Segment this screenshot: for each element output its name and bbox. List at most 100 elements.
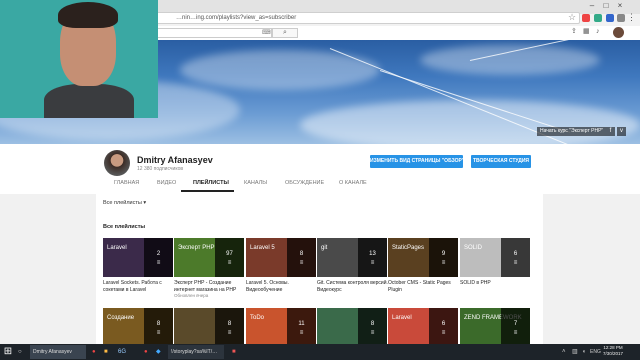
thumbnail-caption: Laravel [392,315,412,321]
app-icon[interactable]: ◆ [156,348,161,356]
video-count-overlay: 97 ≡ [215,238,244,277]
minimize-icon[interactable]: – [586,1,598,11]
app-icon[interactable]: ■ [232,348,236,356]
playlist-title[interactable]: SOLID в PHP [460,280,532,287]
playlist-thumbnail[interactable]: StaticPages 9 ≡ [388,238,458,277]
playlist-icon: ≡ [299,330,304,336]
search-icon[interactable]: ○ [18,348,22,356]
video-count-overlay: 7 ≡ [501,308,530,347]
apps-grid-icon[interactable]: ▦ [583,28,591,36]
thumbnail-caption: Создание [107,315,135,321]
video-count: 13 [369,251,376,257]
playlist-filter-dropdown[interactable]: Все плейлисты ▾ [103,200,146,206]
playlist-title[interactable]: Git. Система контроля версий. Видеокурс [317,280,389,293]
video-count: 9 [441,251,446,257]
video-count: 11 [298,321,305,327]
playlist-thumbnail[interactable]: ToDo 11 ≡ [246,308,316,347]
network-label[interactable]: 6G [118,348,126,356]
windows-start-icon[interactable]: ⊞ [2,346,14,358]
playlist-thumbnail[interactable]: 8 ≡ [174,308,244,347]
tab-discussion[interactable]: ОБСУЖДЕНИЕ [285,180,324,186]
video-count-overlay: 8 ≡ [215,308,244,347]
taskbar-item-window[interactable]: !/storyplay?sa%IT/… [168,345,224,359]
menu-dots-icon[interactable]: ⋮ [627,12,636,23]
extension-icon[interactable] [582,14,590,22]
language-indicator[interactable]: ENG [590,348,601,356]
tab-home[interactable]: ГЛАВНАЯ [114,180,139,186]
playlist-thumbnail[interactable]: Создание 8 ≡ [103,308,173,347]
keyboard-icon[interactable]: ⌨ [262,29,271,37]
video-count-overlay: 13 ≡ [358,238,387,277]
facebook-icon[interactable]: f [606,127,615,136]
video-count: 8 [227,321,232,327]
extension-icon[interactable] [617,14,625,22]
banner-course-link[interactable]: Начать курс "Эксперт PHP" [537,127,607,136]
extension-icon[interactable] [594,14,602,22]
playlist-icon: ≡ [156,330,161,336]
taskbar-item-chrome[interactable]: Dmitry Afanasyev [30,345,86,359]
playlist-thumbnail[interactable]: Laravel 6 ≡ [388,308,458,347]
taskbar [0,344,640,360]
playlist-title[interactable]: Laravel 5. Основы. Видеообучение [246,280,318,293]
active-tab-indicator [181,190,234,192]
speaker-icon[interactable]: ◖ [582,348,586,356]
creator-studio-button[interactable]: ТВОРЧЕСКАЯ СТУДИЯ [471,155,531,168]
video-count: 8 [299,251,304,257]
thumbnail-caption: SOLID [464,245,483,251]
tab-playlists[interactable]: ПЛЕЙЛИСТЫ [193,180,229,186]
record-icon[interactable]: ● [144,348,148,356]
playlist-title[interactable]: Laravel Sockets. Работа с сокетами в Lar… [103,280,175,293]
close-icon[interactable]: × [614,1,626,11]
bell-icon[interactable]: ♪ [596,28,604,36]
video-count-overlay: 8 ≡ [287,238,316,277]
playlist-thumbnail[interactable]: Laravel 2 ≡ [103,238,173,277]
bookmark-star-icon[interactable]: ☆ [568,12,576,23]
account-avatar[interactable] [613,27,624,38]
playlist-icon: ≡ [441,330,446,336]
tab-channels[interactable]: КАНАЛЫ [244,180,267,186]
video-count: 7 [513,321,518,327]
playlist-thumbnail[interactable]: 8 ≡ [317,308,387,347]
video-count-overlay: 11 ≡ [287,308,316,347]
chevron-up-icon[interactable]: ˄ [562,348,566,356]
upload-icon[interactable]: ⇪ [571,28,579,36]
presenter-body [44,84,134,118]
playlist-icon: ≡ [370,260,375,266]
folder-icon[interactable]: ■ [104,348,108,356]
network-icon[interactable]: ▥ [572,348,578,356]
playlist-thumbnail[interactable]: Эксперт PHP 97 ≡ [174,238,244,277]
playlist-icon: ≡ [513,260,518,266]
video-count: 6 [441,321,446,327]
subscriber-count: 12 380 подписчиков [137,166,184,172]
thumbnail-caption: Эксперт PHP [178,245,215,251]
search-button[interactable]: ⌕ [272,28,298,38]
chevron-down-icon: ▾ [143,200,147,206]
video-count-overlay: 2 ≡ [144,238,173,277]
playlist-thumbnail[interactable]: Laravel 5 8 ≡ [246,238,316,277]
search-input[interactable] [150,28,272,38]
thumbnail-caption: ToDo [250,315,265,321]
url-text[interactable]: …nin…ing.com/playlists?view_as=subscribe… [176,13,296,23]
vk-icon[interactable]: v [617,127,626,136]
maximize-icon[interactable]: □ [600,1,612,11]
playlist-title[interactable]: Эксперт PHP - Создание интернет магазина… [174,280,246,293]
playlist-thumbnail[interactable]: ZEND FRAMEWORK 7 ≡ [460,308,530,347]
customize-view-button[interactable]: ИЗМЕНИТЬ ВИД СТРАНИЦЫ "ОБЗОР" [370,155,464,168]
tab-about[interactable]: О КАНАЛЕ [339,180,367,186]
app-icon[interactable]: ● [92,348,96,356]
extension-icon[interactable] [606,14,614,22]
channel-avatar[interactable] [104,150,130,176]
playlist-icon: ≡ [227,260,232,266]
clock[interactable]: 12:28 PM 7/30/2017 [603,345,623,357]
channel-name[interactable]: Dmitry Afanasyev [137,155,213,165]
playlist-icon: ≡ [441,260,446,266]
video-count-overlay: 8 ≡ [358,308,387,347]
tab-videos[interactable]: ВИДЕО [157,180,176,186]
playlist-thumbnail[interactable]: SOLID 6 ≡ [460,238,530,277]
video-count: 6 [513,251,518,257]
filter-label: Все плейлисты [103,200,142,206]
video-count: 97 [226,251,233,257]
playlist-title[interactable]: October CMS - Static Pages Plugin [388,280,460,293]
playlist-icon: ≡ [227,330,232,336]
playlist-thumbnail[interactable]: git 13 ≡ [317,238,387,277]
